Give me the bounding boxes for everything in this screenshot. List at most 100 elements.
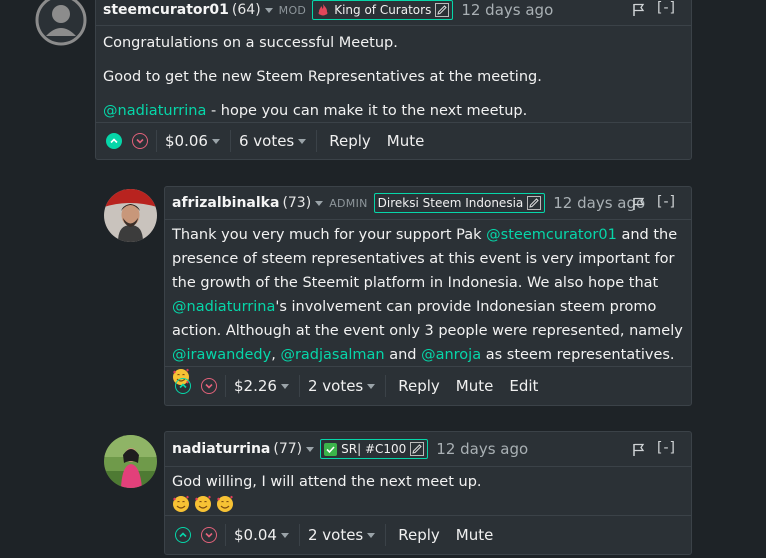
edit-pencil-icon[interactable] [527, 196, 542, 210]
divider [385, 524, 387, 546]
author-reputation: (64) [231, 2, 261, 18]
divider [316, 130, 318, 152]
mention-link[interactable]: @steemcurator01 [486, 227, 617, 243]
chevron-down-icon [205, 383, 213, 389]
comment-footer: $2.26 2 votes Reply Mute Edit [165, 366, 691, 405]
downvote-button[interactable] [132, 133, 148, 149]
divider [225, 524, 226, 546]
chevron-up-icon [179, 532, 187, 538]
author-reputation: (73) [282, 195, 312, 211]
comment-paragraph: Congratulations on a successful Meetup. [103, 35, 398, 51]
comment-header: nadiaturrina (77) SR| #C100 12 days ago [165, 432, 691, 467]
edit-pencil-icon[interactable] [410, 442, 425, 456]
comment-footer: $0.06 6 votes Reply Mute [96, 122, 691, 159]
flag-icon[interactable] [633, 443, 645, 457]
author-menu-chevron-down-icon[interactable] [315, 200, 324, 206]
comment-text: God willing, I will attend the next meet… [172, 474, 482, 490]
votes-count[interactable]: 6 votes [239, 132, 294, 150]
user-title-badge: Direksi Steem Indonesia [373, 193, 546, 213]
mention-link[interactable]: @nadiaturrina [172, 299, 275, 315]
mute-button[interactable]: Mute [387, 132, 425, 150]
badge-label: King of Curators [334, 3, 432, 17]
comment-text: as steem representatives. [481, 347, 675, 363]
votes-count[interactable]: 2 votes [308, 526, 363, 544]
upvote-button[interactable] [175, 378, 191, 394]
payout-chevron-down-icon[interactable] [211, 138, 220, 144]
smiling-face-with-hearts-icon [173, 495, 189, 512]
upvote-button[interactable] [106, 133, 122, 149]
fire-icon [318, 4, 328, 16]
smiling-face-with-hearts-icon [195, 495, 211, 512]
role-label: MOD [278, 3, 307, 17]
flag-icon[interactable] [633, 3, 645, 17]
collapse-button[interactable]: [-] [657, 440, 676, 456]
reply-button[interactable]: Reply [398, 526, 440, 544]
author-menu-chevron-down-icon[interactable] [306, 446, 315, 452]
payout-chevron-down-icon[interactable] [280, 383, 289, 389]
smiling-face-with-hearts-icon [217, 495, 233, 512]
divider [156, 130, 157, 152]
divider [229, 130, 231, 152]
chevron-down-icon [136, 138, 144, 144]
avatar-afrizalbinalka[interactable] [104, 189, 157, 242]
comment-timestamp[interactable]: 12 days ago [436, 440, 528, 458]
badge-label: Direksi Steem Indonesia [377, 196, 524, 210]
edit-button[interactable]: Edit [509, 377, 538, 395]
chevron-up-icon [179, 383, 187, 389]
comment-paragraph: @nadiaturrina - hope you can make it to … [103, 99, 683, 123]
mention-link[interactable]: @nadiaturrina [103, 103, 206, 119]
comment-card-afrizalbinalka: afrizalbinalka (73) ADMIN Direksi Steem … [164, 186, 692, 406]
comment-timestamp[interactable]: 12 days ago [553, 194, 645, 212]
downvote-button[interactable] [201, 527, 217, 543]
mention-link[interactable]: @irawandedy [172, 347, 271, 363]
edit-pencil-icon[interactable] [435, 3, 450, 17]
collapse-button[interactable]: [-] [657, 194, 676, 210]
avatar-nadiaturrina[interactable] [104, 435, 157, 488]
author-name[interactable]: steemcurator01 [103, 2, 229, 18]
upvote-button[interactable] [175, 527, 191, 543]
chevron-down-icon [205, 532, 213, 538]
payout-chevron-down-icon[interactable] [280, 532, 289, 538]
comment-header: afrizalbinalka (73) ADMIN Direksi Steem … [165, 187, 691, 220]
comment-footer: $0.04 2 votes Reply Mute [165, 515, 691, 554]
payout-amount[interactable]: $0.04 [234, 526, 277, 544]
reply-button[interactable]: Reply [398, 377, 440, 395]
divider [298, 524, 300, 546]
comment-paragraph: Good to get the new Steem Representative… [103, 69, 542, 85]
votes-chevron-down-icon[interactable] [367, 383, 376, 389]
mute-button[interactable]: Mute [456, 377, 494, 395]
reply-button[interactable]: Reply [329, 132, 371, 150]
comment-card-nadiaturrina: nadiaturrina (77) SR| #C100 12 days ago … [164, 431, 692, 555]
role-label: ADMIN [329, 196, 368, 210]
author-name[interactable]: nadiaturrina [172, 441, 270, 457]
comment-body: God willing, I will attend the next meet… [172, 470, 683, 518]
check-box-icon [324, 442, 338, 456]
divider [385, 375, 387, 397]
payout-amount[interactable]: $0.06 [165, 132, 208, 150]
author-menu-chevron-down-icon[interactable] [264, 7, 273, 13]
downvote-button[interactable] [201, 378, 217, 394]
votes-count[interactable]: 2 votes [308, 377, 363, 395]
comment-header: steemcurator01 (64) MOD King of Curators… [96, 0, 691, 26]
comment-card-steemcurator01: steemcurator01 (64) MOD King of Curators… [95, 0, 692, 160]
votes-chevron-down-icon[interactable] [298, 138, 307, 144]
comment-timestamp[interactable]: 12 days ago [461, 1, 553, 19]
flag-icon[interactable] [633, 197, 645, 211]
mention-link[interactable]: @radjasalman [280, 347, 384, 363]
mute-button[interactable]: Mute [456, 526, 494, 544]
author-reputation: (77) [273, 441, 303, 457]
user-title-badge: King of Curators [312, 0, 454, 20]
comment-text: and [384, 347, 422, 363]
mention-link[interactable]: @anroja [421, 347, 481, 363]
user-title-badge: SR| #C100 [320, 439, 429, 459]
divider [298, 375, 300, 397]
author-name[interactable]: afrizalbinalka [172, 195, 279, 211]
collapse-button[interactable]: [-] [657, 0, 676, 16]
votes-chevron-down-icon[interactable] [367, 532, 376, 538]
avatar-steemcurator01[interactable] [35, 0, 87, 46]
comment-body: Congratulations on a successful Meetup. … [103, 31, 683, 133]
divider [225, 375, 226, 397]
comment-text: Thank you very much for your support Pak [172, 227, 487, 243]
payout-amount[interactable]: $2.26 [234, 377, 277, 395]
comment-text: - hope you can make it to the next meetu… [206, 103, 528, 119]
